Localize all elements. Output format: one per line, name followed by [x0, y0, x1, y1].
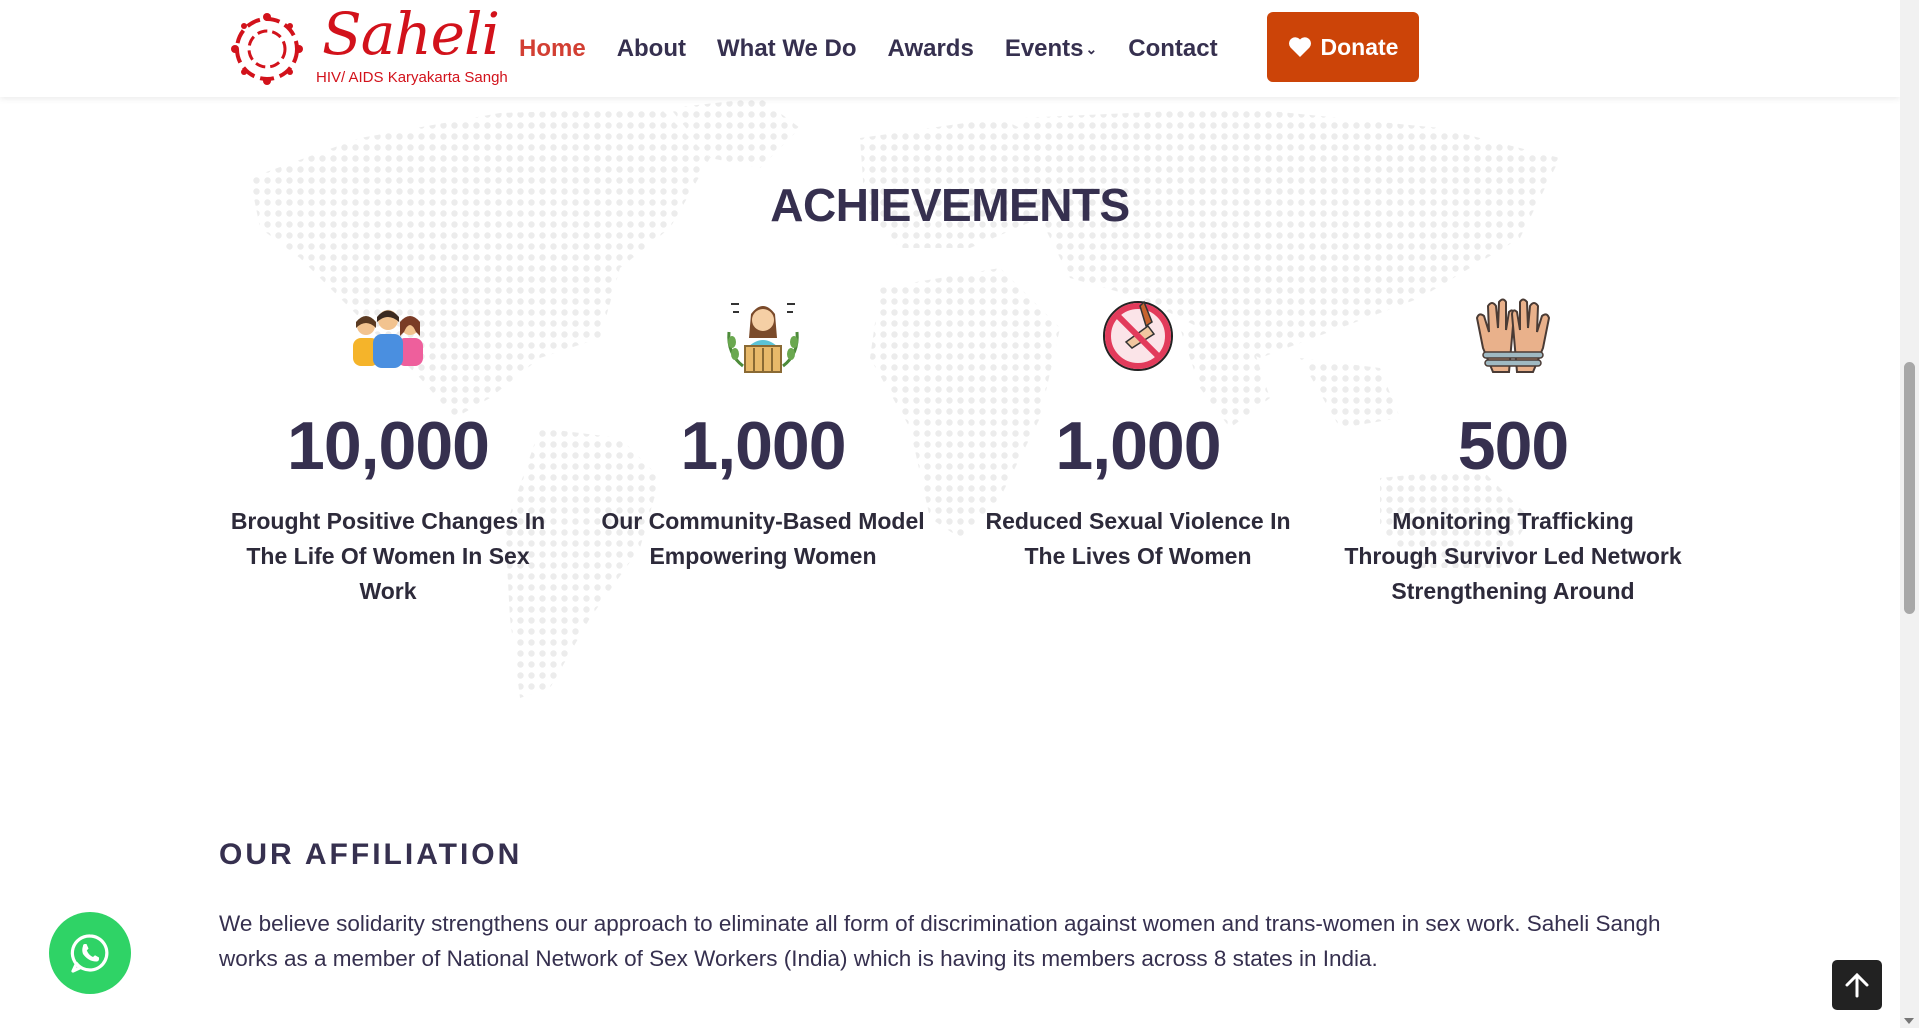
page-scrollbar[interactable]	[1900, 0, 1919, 1028]
logo-name: Saheli	[322, 0, 500, 68]
logo-hands-ring-icon	[231, 13, 303, 85]
main-nav: Home About What We Do Awards Events ⌄ Con…	[519, 0, 1249, 97]
achievement-value: 10,000	[287, 408, 490, 484]
arrow-up-icon	[1845, 972, 1869, 998]
achievement-value: 500	[1457, 408, 1569, 484]
nav-events-label: Events	[1004, 34, 1084, 62]
affiliation-text: We believe solidarity strengthens our ap…	[219, 911, 1661, 971]
achievement-value: 1,000	[1055, 408, 1221, 484]
donate-label: Donate	[1320, 33, 1399, 60]
achievement-text: Reduced Sexual Violence In The Lives Of …	[985, 508, 1291, 569]
whatsapp-icon	[70, 934, 109, 973]
nav-about[interactable]: About	[617, 35, 686, 63]
scrollbar-thumb[interactable]	[1904, 362, 1915, 614]
achievement-text: Our Community-Based Model Empowering Wom…	[601, 508, 925, 569]
bound-hands-icon	[1475, 298, 1551, 373]
achievement-trafficking-monitoring: 500 Monitoring Trafficking Through Survi…	[1343, 292, 1683, 609]
nav-awards[interactable]: Awards	[888, 35, 974, 63]
achievement-reduced-violence: 1,000 Reduced Sexual Violence In The Liv…	[968, 292, 1308, 574]
nav-events[interactable]: Events ⌄	[1005, 35, 1097, 63]
logo[interactable]: Saheli HIV/ AIDS Karyakarta Sangh	[226, 0, 508, 90]
affiliation-title: OUR AFFILIATION	[219, 838, 523, 871]
nav-what-we-do[interactable]: What We Do	[717, 35, 857, 63]
heart-icon	[1288, 37, 1311, 57]
nav-home[interactable]: Home	[519, 35, 586, 63]
chevron-down-icon: ⌄	[1085, 40, 1098, 57]
donate-button[interactable]: Donate	[1267, 12, 1419, 82]
logo-subtitle: HIV/ AIDS Karyakarta Sangh	[316, 69, 508, 86]
site-header: Saheli HIV/ AIDS Karyakarta Sangh Home A…	[0, 0, 1900, 97]
achievement-value: 1,000	[680, 408, 846, 484]
woman-speaker-icon	[727, 303, 799, 373]
scroll-to-top-button[interactable]	[1832, 960, 1882, 1010]
achievement-women-changed: 10,000 Brought Positive Changes In The L…	[218, 292, 558, 609]
scroll-down-arrow-icon[interactable]	[1904, 1018, 1914, 1024]
nav-contact[interactable]: Contact	[1128, 35, 1217, 63]
no-violence-icon	[1103, 300, 1173, 371]
women-group-icon	[353, 310, 423, 368]
achievement-text: Monitoring Trafficking Through Survivor …	[1344, 508, 1682, 604]
achievement-community-model: 1,000 Our Community-Based Model Empoweri…	[593, 292, 933, 574]
achievement-text: Brought Positive Changes In The Life Of …	[230, 508, 546, 604]
whatsapp-button[interactable]	[49, 912, 131, 994]
achievements-title: ACHIEVEMENTS	[770, 179, 1130, 231]
